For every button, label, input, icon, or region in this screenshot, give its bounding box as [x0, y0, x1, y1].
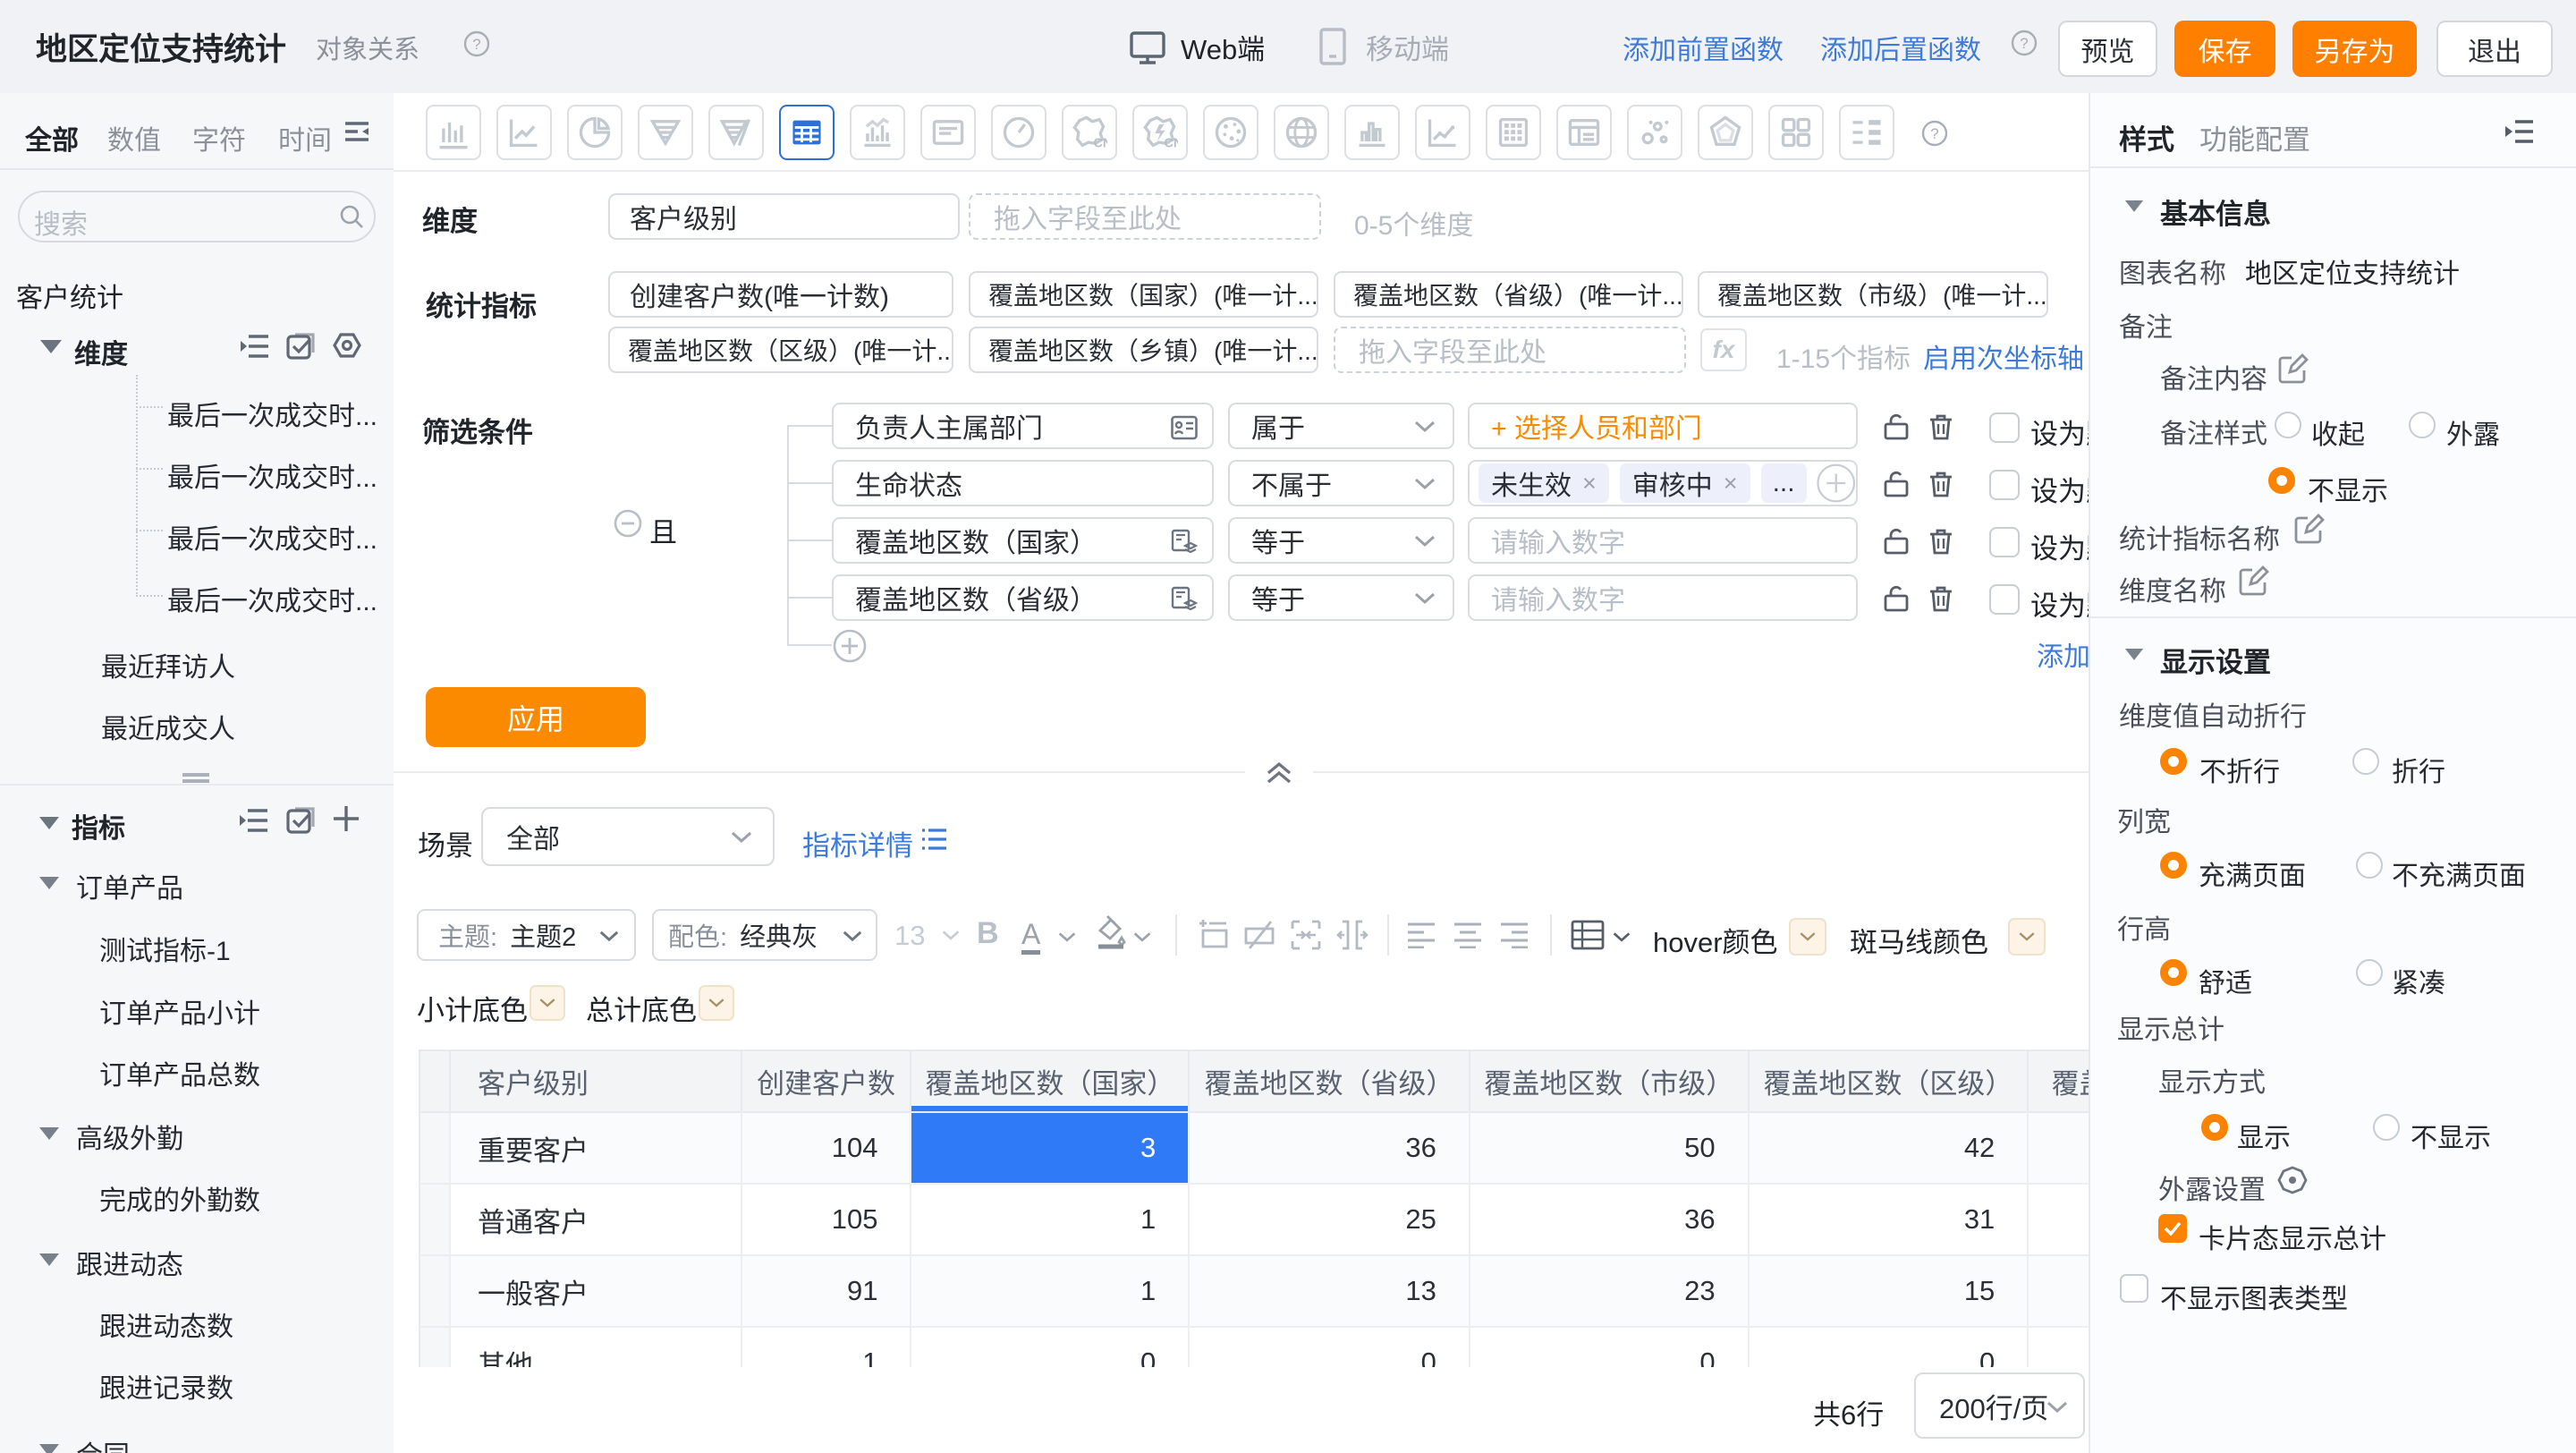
svg-text:?: ? [1930, 125, 1938, 142]
svg-text:CN: CN [1164, 137, 1178, 150]
svg-text:CN: CN [1093, 137, 1107, 150]
svg-text:?: ? [2020, 35, 2028, 52]
svg-text:?: ? [472, 36, 480, 53]
